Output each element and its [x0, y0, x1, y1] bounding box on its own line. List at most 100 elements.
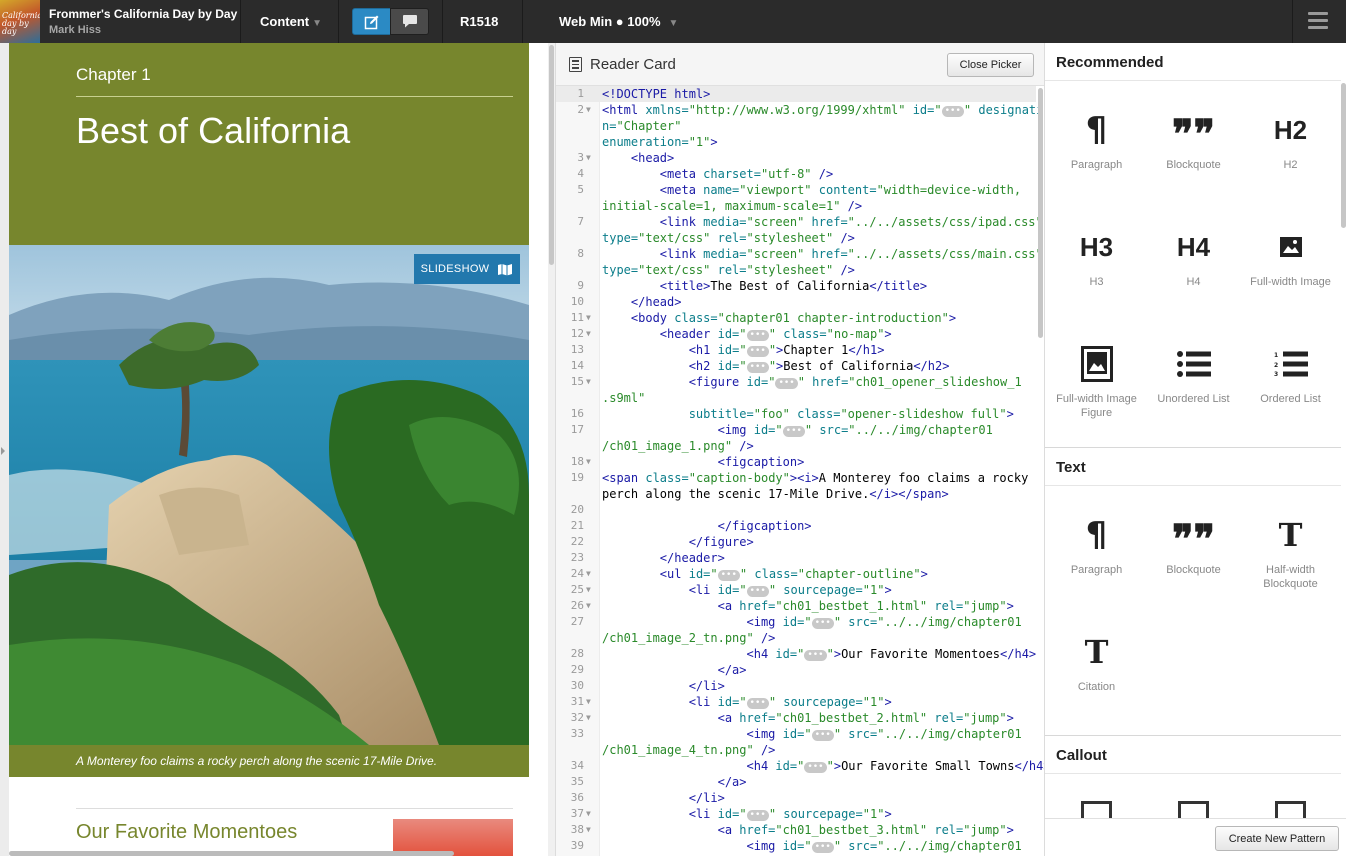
- line-number: 34: [570, 759, 584, 772]
- panel-scrollbar[interactable]: [1341, 83, 1346, 228]
- line-number: 39: [570, 839, 584, 852]
- chapter-title: Best of California: [76, 110, 351, 151]
- revision-label[interactable]: R1518: [460, 14, 498, 29]
- pattern-label: H4: [1186, 276, 1201, 288]
- serif-t-icon: T: [1278, 516, 1303, 554]
- comment-mode-button[interactable]: [390, 8, 429, 35]
- book-title: Frommer's California Day by Day: [49, 7, 238, 21]
- close-picker-button[interactable]: Close Picker: [947, 53, 1034, 77]
- pattern-label: Half-width Blockquote: [1263, 564, 1318, 590]
- line-number: 16: [570, 407, 584, 420]
- pane-splitter[interactable]: [548, 43, 555, 856]
- h4-icon: H4: [1176, 231, 1211, 262]
- book-cover-thumbnail[interactable]: California day by day: [0, 0, 40, 43]
- line-number: 19: [570, 471, 584, 484]
- preview-pane: Chapter 1 Best of California SLIDESHOW A…: [0, 43, 548, 856]
- pattern-blockquote[interactable]: ❞❞ Blockquote: [1145, 488, 1242, 598]
- content-menu[interactable]: Content ▼: [260, 14, 322, 29]
- pattern-label: Full-width Image: [1250, 276, 1331, 288]
- section-divider: [76, 808, 513, 809]
- fold-arrow-icon[interactable]: ▼: [586, 806, 591, 822]
- pattern-label: H3: [1089, 276, 1104, 288]
- view-mode-menu[interactable]: Web Min ● 100% ▼: [559, 14, 678, 29]
- line-number: 7: [577, 215, 584, 228]
- blockquote-icon: ❞❞: [1171, 516, 1216, 563]
- horizontal-scrollbar[interactable]: [9, 851, 454, 856]
- line-number: 30: [570, 679, 584, 692]
- pattern-h2[interactable]: H2 H2: [1242, 83, 1339, 193]
- line-number: 35: [570, 775, 584, 788]
- unordered-list-icon: [1145, 347, 1242, 381]
- pattern-unordered-list[interactable]: Unordered List: [1145, 317, 1242, 427]
- line-number: 36: [570, 791, 584, 804]
- expand-arrow-icon[interactable]: [1, 447, 5, 455]
- fold-arrow-icon[interactable]: ▼: [586, 694, 591, 710]
- comment-icon: [402, 15, 417, 28]
- image-figure-icon: [1048, 346, 1145, 382]
- line-number: 3: [577, 151, 584, 164]
- pattern-ordered-list[interactable]: 1 2 3 Ordered List: [1242, 317, 1339, 427]
- fold-arrow-icon[interactable]: ▼: [586, 326, 591, 342]
- pattern-picker-panel: Recommended Text Callout Create New Patt…: [1044, 43, 1346, 856]
- code-editor-pane: Reader Card Close Picker 1 <!DOCTYPE html…: [555, 43, 1044, 856]
- pattern-label: Paragraph: [1070, 564, 1123, 576]
- line-number: 4: [577, 167, 584, 180]
- fold-arrow-icon[interactable]: ▼: [586, 102, 591, 118]
- divider: [338, 0, 339, 43]
- coastline-photo-image: [9, 245, 529, 745]
- chapter-header: Chapter 1 Best of California: [9, 43, 529, 245]
- line-number: 31: [570, 695, 584, 708]
- pattern-full-width-image[interactable]: Full-width Image: [1242, 200, 1339, 310]
- fold-arrow-icon[interactable]: ▼: [586, 374, 591, 390]
- chapter-label: Chapter 1: [76, 65, 151, 84]
- section-heading-recommended: Recommended: [1045, 43, 1341, 81]
- pattern-label: Blockquote: [1166, 564, 1221, 576]
- document-icon: [569, 57, 582, 72]
- slideshow-button[interactable]: SLIDESHOW: [414, 254, 520, 284]
- code-scrollbar[interactable]: [1038, 88, 1043, 338]
- fold-arrow-icon[interactable]: ▼: [586, 582, 591, 598]
- fold-arrow-icon[interactable]: ▼: [586, 598, 591, 614]
- preview-scrollbar[interactable]: [549, 45, 554, 265]
- map-icon: [498, 263, 513, 275]
- edit-mode-button[interactable]: [352, 8, 391, 35]
- panel-footer: Create New Pattern: [1045, 818, 1346, 856]
- line-number: 38: [570, 823, 584, 836]
- code-pane-header: Reader Card Close Picker: [556, 43, 1044, 86]
- line-number: 14: [570, 359, 584, 372]
- fold-arrow-icon[interactable]: ▼: [586, 310, 591, 326]
- line-number: 20: [570, 503, 584, 516]
- line-number: 17: [570, 423, 584, 436]
- chevron-down-icon: ▼: [668, 18, 679, 29]
- line-number: 13: [570, 343, 584, 356]
- blockquote-icon: ❞❞: [1171, 111, 1216, 158]
- fold-arrow-icon[interactable]: ▼: [586, 566, 591, 582]
- h2-icon: H2: [1273, 114, 1308, 145]
- divider: [240, 0, 241, 43]
- pattern-blockquote[interactable]: ❞❞ Blockquote: [1145, 83, 1242, 193]
- pattern-h4[interactable]: H4 H4: [1145, 200, 1242, 310]
- line-number: 8: [577, 247, 584, 260]
- line-number: 28: [570, 647, 584, 660]
- pattern-citation[interactable]: T Citation: [1048, 605, 1145, 715]
- fold-arrow-icon[interactable]: ▼: [586, 710, 591, 726]
- line-number: 29: [570, 663, 584, 676]
- pattern-paragraph[interactable]: ¶ Paragraph: [1048, 488, 1145, 598]
- pattern-full-width-image-figure[interactable]: Full-width Image Figure: [1048, 317, 1145, 427]
- line-number: 2: [577, 103, 584, 116]
- pattern-h3[interactable]: H3 H3: [1048, 200, 1145, 310]
- section-heading-text: Text: [1045, 448, 1341, 486]
- line-number: 37: [570, 807, 584, 820]
- fold-arrow-icon[interactable]: ▼: [586, 822, 591, 838]
- pattern-half-width-blockquote[interactable]: T Half-width Blockquote: [1242, 488, 1339, 598]
- menu-icon[interactable]: [1308, 12, 1328, 30]
- line-number: 23: [570, 551, 584, 564]
- line-number: 15: [570, 375, 584, 388]
- fold-arrow-icon[interactable]: ▼: [586, 150, 591, 166]
- create-new-pattern-button[interactable]: Create New Pattern: [1215, 826, 1339, 851]
- fold-arrow-icon[interactable]: ▼: [586, 454, 591, 470]
- svg-text:1: 1: [1274, 352, 1278, 359]
- pattern-paragraph[interactable]: ¶ Paragraph: [1048, 83, 1145, 193]
- code-area[interactable]: 1 <!DOCTYPE html> 2 ▼ <html xmlns="http://ww…: [556, 86, 1044, 856]
- line-number: 9: [577, 279, 584, 292]
